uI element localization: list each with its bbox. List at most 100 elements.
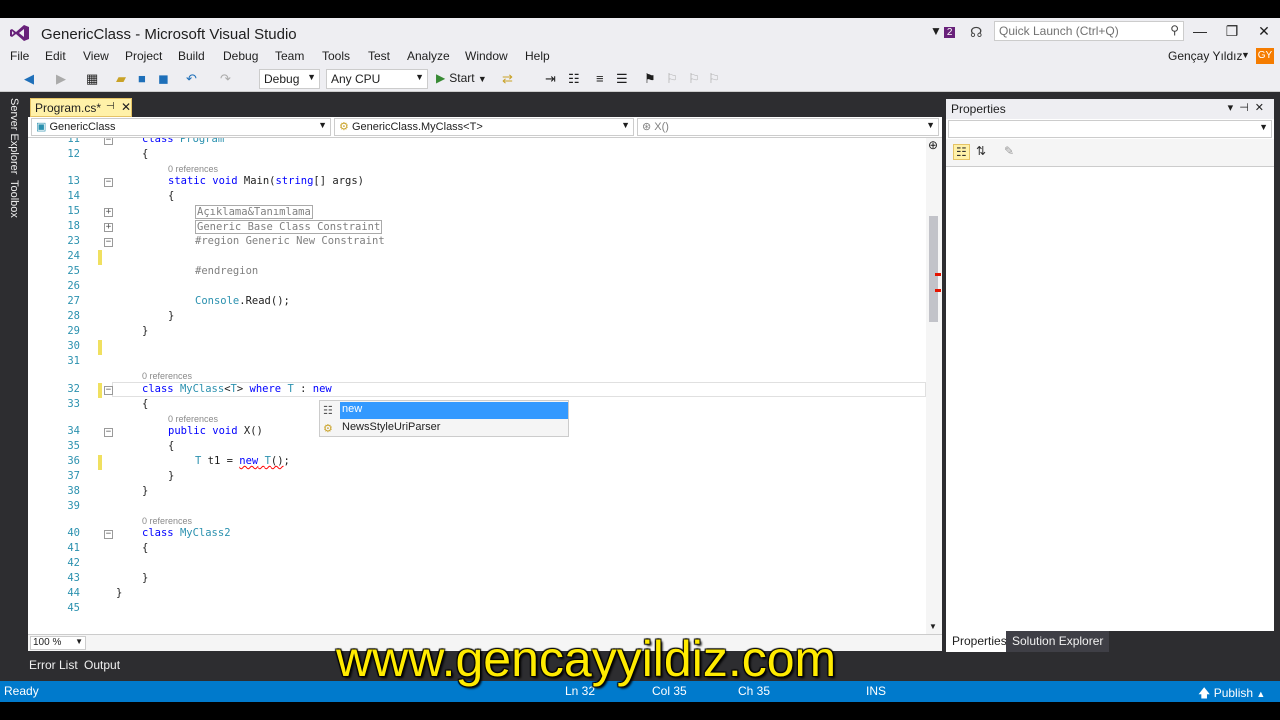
- minimize-button[interactable]: —: [1190, 23, 1210, 39]
- collapse-icon[interactable]: −: [104, 238, 113, 247]
- close-tab-icon[interactable]: ✕: [121, 100, 131, 114]
- intellisense-popup[interactable]: ☷ new ⚙ NewsStyleUriParser: [319, 400, 569, 437]
- menu-debug[interactable]: Debug: [223, 49, 258, 63]
- codelens-references[interactable]: 0 references: [142, 371, 192, 381]
- codelens-references[interactable]: 0 references: [168, 164, 218, 174]
- configuration-value: Debug: [264, 72, 300, 86]
- line-number: 37: [67, 470, 80, 482]
- pin-icon[interactable]: ⊣: [106, 101, 115, 112]
- toolbox-tab[interactable]: Toolbox: [8, 180, 20, 218]
- avatar[interactable]: GY: [1256, 48, 1274, 64]
- menu-window[interactable]: Window: [465, 49, 508, 63]
- collapsed-region[interactable]: Generic Base Class Constraint: [195, 220, 383, 234]
- intellisense-item-selected[interactable]: new: [340, 402, 568, 419]
- search-icon: ⚲: [1170, 23, 1179, 37]
- line-number: 30: [67, 340, 80, 352]
- line-number: 26: [67, 280, 80, 292]
- collapse-icon[interactable]: −: [104, 178, 113, 187]
- tab-solution-explorer[interactable]: Solution Explorer: [1006, 631, 1110, 652]
- menu-test[interactable]: Test: [368, 49, 390, 63]
- indent-icon[interactable]: ☰: [616, 71, 628, 87]
- object-selector[interactable]: ▼: [948, 120, 1272, 138]
- class-icon: ⚙: [323, 423, 333, 435]
- scroll-down-icon[interactable]: ▼: [929, 622, 937, 631]
- codelens-references[interactable]: 0 references: [142, 516, 192, 526]
- menu-edit[interactable]: Edit: [45, 49, 66, 63]
- forward-icon[interactable]: ▶: [56, 71, 66, 87]
- user-name[interactable]: Gençay Yıldız: [1168, 49, 1242, 63]
- tab-program-cs[interactable]: Program.cs* ⊣ ✕: [30, 98, 132, 117]
- categorized-icon[interactable]: ☷: [953, 144, 970, 160]
- zoom-select[interactable]: 100 % ▼: [30, 636, 86, 650]
- prev-bookmark-icon[interactable]: ⚐: [666, 71, 678, 87]
- split-icon[interactable]: ⊕: [928, 138, 938, 152]
- collapse-icon[interactable]: −: [104, 530, 113, 539]
- save-all-icon[interactable]: ◼: [158, 71, 169, 87]
- new-project-icon[interactable]: ▦: [86, 71, 98, 87]
- menu-team[interactable]: Team: [275, 49, 304, 63]
- class-dropdown[interactable]: ⚙ GenericClass.MyClass<T> ▼: [334, 118, 634, 136]
- line-number: 41: [67, 542, 80, 554]
- scroll-thumb[interactable]: [929, 216, 938, 322]
- feedback-icon[interactable]: ☊: [970, 24, 982, 41]
- server-explorer-tab[interactable]: Server Explorer: [8, 98, 20, 174]
- property-pages-icon[interactable]: ✎: [1004, 144, 1014, 158]
- intellisense-item[interactable]: NewsStyleUriParser: [342, 421, 440, 433]
- panel-window-controls[interactable]: ▾⊣✕: [1228, 101, 1270, 114]
- close-button[interactable]: ✕: [1254, 23, 1274, 40]
- codelens-references[interactable]: 0 references: [168, 414, 218, 424]
- project-dropdown[interactable]: ▣ GenericClass ▼: [31, 118, 331, 136]
- solution-configuration-select[interactable]: Debug ▼: [259, 69, 320, 89]
- watermark-text: www.gencayyildiz.com: [336, 631, 837, 687]
- member-dropdown[interactable]: ⊛ X() ▼: [637, 118, 939, 136]
- collapse-icon[interactable]: −: [104, 386, 113, 395]
- line-number: 23: [67, 235, 80, 247]
- code-line: 43}: [28, 572, 926, 587]
- notifications-button[interactable]: ▼ 2: [930, 24, 956, 38]
- clear-bookmarks-icon[interactable]: ⚐: [708, 71, 720, 87]
- document-tab-strip: Program.cs* ⊣ ✕: [28, 98, 942, 117]
- tab-error-list[interactable]: Error List: [29, 658, 78, 672]
- line-number: 27: [67, 295, 80, 307]
- code-text: #endregion: [195, 265, 259, 277]
- browser-link-icon[interactable]: ⇄: [502, 71, 513, 87]
- collapse-icon[interactable]: −: [104, 428, 113, 437]
- step-into-icon[interactable]: ⇥: [545, 71, 556, 87]
- solution-platform-select[interactable]: Any CPU ▼: [326, 69, 428, 89]
- maximize-button[interactable]: ❐: [1222, 23, 1242, 40]
- menu-file[interactable]: File: [10, 49, 29, 63]
- line-number: 15: [67, 205, 80, 217]
- menu-view[interactable]: View: [83, 49, 109, 63]
- open-file-icon[interactable]: ▰: [116, 71, 126, 87]
- menu-tools[interactable]: Tools: [322, 49, 350, 63]
- bookmark-icon[interactable]: ⚑: [644, 71, 656, 87]
- undo-icon[interactable]: ↶: [186, 71, 197, 87]
- arrow-up-icon: 🡅: [1198, 686, 1211, 700]
- code-editor[interactable]: 11 − class Program 12 { 0 references 13 − sta…: [28, 138, 926, 634]
- code-line: 27 Console.Read();: [28, 295, 926, 310]
- collapsed-region[interactable]: Açıklama&Tanımlama: [195, 205, 313, 219]
- next-bookmark-icon[interactable]: ⚐: [688, 71, 700, 87]
- keyword-icon: ☷: [323, 405, 333, 417]
- back-icon[interactable]: ◀: [24, 71, 34, 87]
- alphabetical-icon[interactable]: ⇅: [976, 144, 986, 158]
- line-number: 12: [67, 148, 80, 160]
- redo-icon[interactable]: ↷: [220, 71, 231, 87]
- start-button[interactable]: ▶ Start ▼: [436, 71, 487, 85]
- tab-output[interactable]: Output: [84, 658, 120, 672]
- menu-analyze[interactable]: Analyze: [407, 49, 450, 63]
- tab-properties[interactable]: Properties: [946, 631, 1013, 652]
- outdent-icon[interactable]: ≡: [596, 71, 604, 86]
- quick-launch-input[interactable]: Quick Launch (Ctrl+Q) ⚲: [994, 21, 1184, 41]
- line-number: 14: [67, 190, 80, 202]
- editor-vertical-scrollbar[interactable]: ⊕ ▼: [926, 138, 942, 634]
- menu-project[interactable]: Project: [125, 49, 162, 63]
- menu-build[interactable]: Build: [178, 49, 205, 63]
- menu-help[interactable]: Help: [525, 49, 550, 63]
- user-dropdown-icon[interactable]: ▼: [1241, 50, 1250, 60]
- collapse-icon[interactable]: −: [104, 138, 113, 145]
- save-icon[interactable]: ■: [138, 71, 146, 86]
- expand-icon[interactable]: +: [104, 223, 113, 232]
- expand-icon[interactable]: +: [104, 208, 113, 217]
- tree-view-icon[interactable]: ☷: [568, 71, 580, 87]
